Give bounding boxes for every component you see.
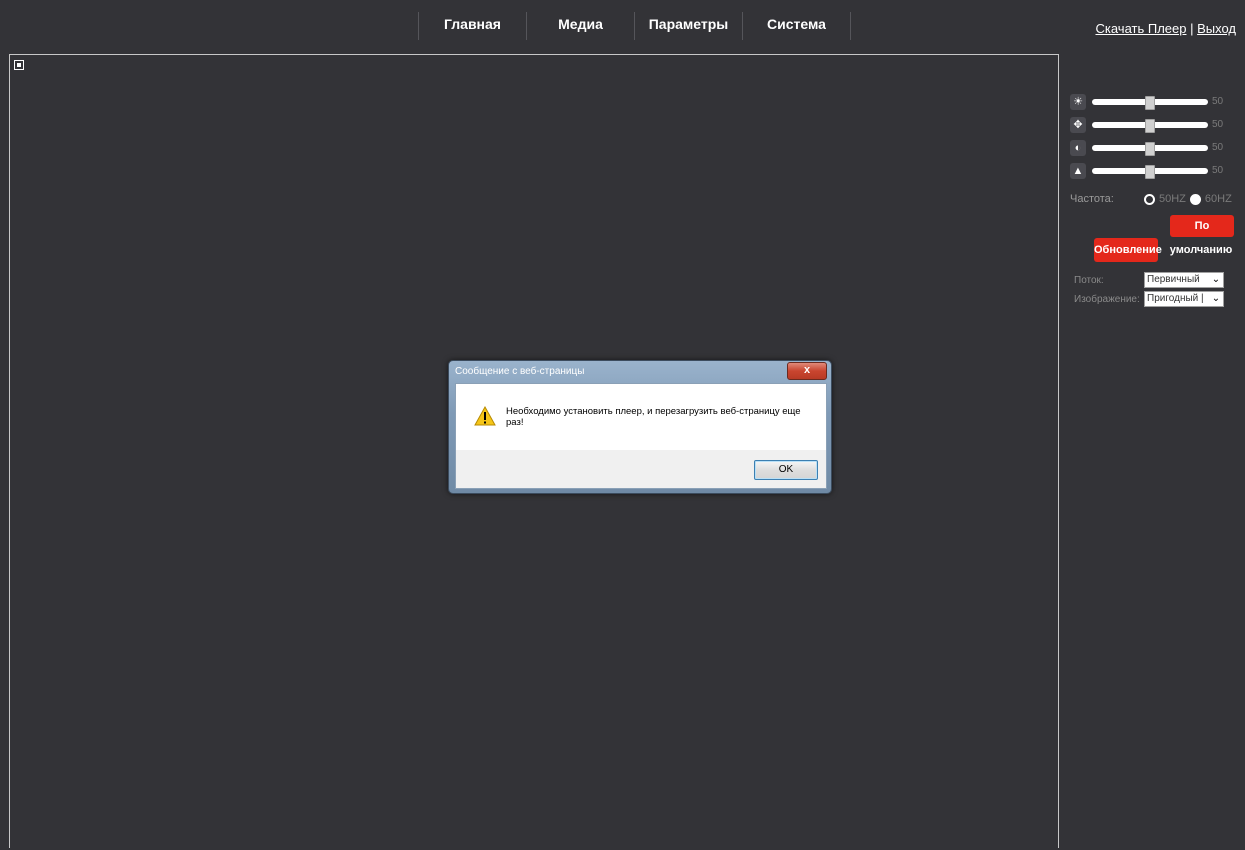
app-root: Главная Медиа Параметры Система Скачать … [0, 0, 1245, 850]
image-select[interactable]: Пригодный | ⌄ [1144, 291, 1224, 307]
dialog-title: Сообщение с веб-страницы [455, 366, 585, 377]
ok-button[interactable]: OK [754, 460, 818, 480]
contrast-value: 50 [1212, 142, 1224, 153]
default-button[interactable]: По [1170, 215, 1234, 237]
default-button-label-line2[interactable]: умолчанию [1164, 240, 1238, 260]
dialog-message-area: Необходимо установить плеер, и перезагру… [456, 384, 826, 450]
brightness-icon: ☀ [1070, 93, 1086, 110]
saturation-slider[interactable] [1092, 118, 1208, 133]
stream-label: Поток: [1074, 274, 1104, 286]
link-separator: | [1186, 21, 1198, 36]
download-player-link[interactable]: Скачать Плеер [1096, 21, 1187, 36]
frequency-label: Частота: [1070, 193, 1114, 205]
contrast-slider[interactable] [1092, 141, 1208, 156]
dialog-body: Необходимо установить плеер, и перезагру… [455, 383, 827, 489]
image-settings-panel: ☀ 50 ✥ 50 ◐ 50 ▲ 50 Частота: 50HZ 60HZ П… [1070, 90, 1240, 307]
contrast-slider-thumb[interactable] [1145, 141, 1155, 156]
sharpness-slider-row: ▲ 50 [1070, 159, 1240, 182]
main-nav: Главная Медиа Параметры Система [418, 12, 851, 40]
contrast-icon: ◐ [1070, 139, 1086, 156]
frequency-60hz-radio[interactable] [1189, 193, 1201, 205]
brightness-value: 50 [1212, 96, 1224, 107]
dialog-footer: OK [456, 450, 826, 488]
frequency-50hz-radio[interactable] [1144, 193, 1155, 205]
sharpness-slider-thumb[interactable] [1145, 164, 1155, 179]
image-label: Изображение: [1074, 293, 1140, 305]
saturation-slider-row: ✥ 50 [1070, 113, 1240, 136]
dialog-close-button[interactable]: x [787, 362, 827, 380]
frequency-60hz-label: 60HZ [1204, 193, 1232, 205]
video-window-select-icon[interactable] [14, 60, 24, 70]
nav-item-parameters[interactable]: Параметры [634, 12, 742, 40]
dialog-message: Необходимо установить плеер, и перезагру… [506, 406, 801, 428]
brightness-slider-thumb[interactable] [1145, 95, 1155, 110]
sharpness-value: 50 [1212, 165, 1224, 176]
message-dialog: Сообщение с веб-страницы x Необходимо ус… [448, 360, 832, 494]
stream-select[interactable]: Первичный ⌄ [1144, 272, 1224, 288]
saturation-slider-thumb[interactable] [1145, 118, 1155, 133]
contrast-slider-row: ◐ 50 [1070, 136, 1240, 159]
stream-row: Поток: Первичный ⌄ [1074, 272, 1224, 288]
brightness-slider-row: ☀ 50 [1070, 90, 1240, 113]
sharpness-icon: ▲ [1070, 162, 1086, 179]
image-row: Изображение: Пригодный | ⌄ [1074, 291, 1224, 307]
frequency-row: Частота: 50HZ 60HZ [1070, 190, 1240, 208]
saturation-icon: ✥ [1070, 116, 1086, 133]
chevron-down-icon: ⌄ [1208, 292, 1223, 306]
image-select-value: Пригодный | [1147, 293, 1204, 304]
warning-icon [474, 406, 496, 426]
brightness-slider[interactable] [1092, 95, 1208, 110]
chevron-down-icon: ⌄ [1208, 273, 1223, 287]
logout-link[interactable]: Выход [1197, 21, 1236, 36]
saturation-value: 50 [1212, 119, 1224, 130]
frequency-50hz-label: 50HZ [1159, 193, 1186, 205]
sharpness-slider[interactable] [1092, 164, 1208, 179]
stream-select-value: Первичный [1147, 274, 1200, 285]
top-links: Скачать Плеер | Выход [1096, 21, 1237, 36]
refresh-button[interactable]: Обновление [1094, 238, 1162, 262]
nav-item-system[interactable]: Система [742, 12, 851, 40]
nav-item-home[interactable]: Главная [418, 12, 526, 40]
nav-item-media[interactable]: Медиа [526, 12, 634, 40]
